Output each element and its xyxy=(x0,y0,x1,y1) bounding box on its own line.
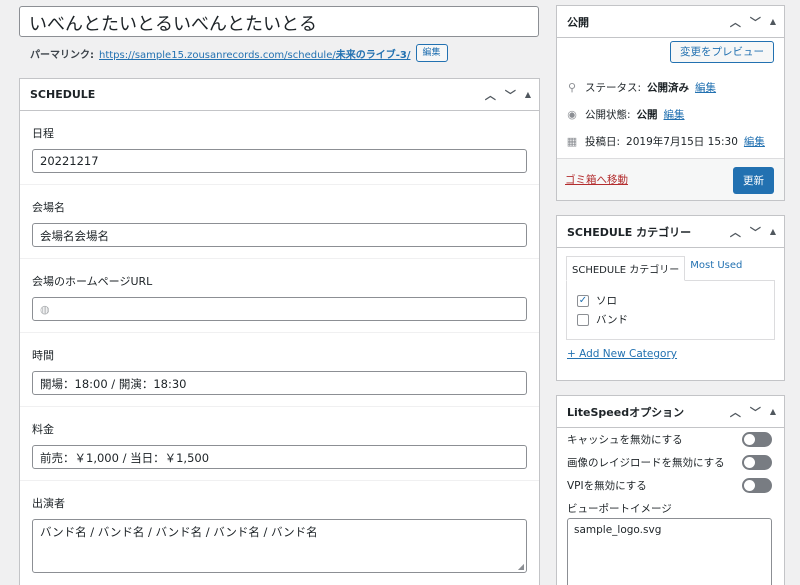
date-edit-link[interactable]: 編集 xyxy=(744,134,765,149)
publish-box-header: 公開 ︿ ﹀ ▲ xyxy=(557,6,784,38)
triangle-up-icon[interactable]: ▲ xyxy=(770,227,776,236)
litespeed-option-row: VPIを無効にする xyxy=(567,474,772,497)
viewport-image-label: ビューポートイメージ xyxy=(567,503,672,515)
calendar-icon: ▦ xyxy=(566,135,578,148)
chevron-up-icon[interactable]: ︿ xyxy=(730,14,741,30)
eye-icon: ◉ xyxy=(567,108,577,121)
viewport-image-textarea[interactable]: sample_logo.svg xyxy=(567,518,772,585)
status-value: 公開済み xyxy=(647,82,690,94)
permalink-label: パーマリンク: xyxy=(30,49,94,61)
option-label: VPIを無効にする xyxy=(567,480,647,492)
resize-handle-icon[interactable]: ◢ xyxy=(518,562,524,571)
triangle-up-icon[interactable]: ▲ xyxy=(770,17,776,26)
publish-actions: ゴミ箱へ移動 更新 xyxy=(557,158,784,200)
triangle-up-icon[interactable]: ▲ xyxy=(525,90,531,99)
date-row: ▦ 投稿日: 2019年7月15日 15:30 編集 xyxy=(565,134,765,149)
litespeed-box-title: LiteSpeedオプション xyxy=(567,405,685,419)
preview-changes-button[interactable]: 変更をプレビュー xyxy=(670,41,774,63)
publish-box-title: 公開 xyxy=(567,15,589,29)
field-time: 時間 開場：18:00 / 開演：18:30 xyxy=(20,333,539,407)
field-venue: 会場名 会場名会場名 xyxy=(20,185,539,259)
field-label: 日程 xyxy=(32,127,54,140)
category-list: ✓ ソロ バンド xyxy=(566,280,775,340)
category-tabs: SCHEDULE カテゴリー Most Used xyxy=(566,256,775,281)
update-button[interactable]: 更新 xyxy=(733,167,774,194)
field-price: 料金 前売：￥1,000 / 当日：￥1,500 xyxy=(20,407,539,481)
chevron-down-icon[interactable]: ﹀ xyxy=(750,224,761,240)
venue-input[interactable]: 会場名会場名 xyxy=(32,223,527,247)
schedule-box-title: SCHEDULE xyxy=(30,88,96,101)
permalink-slug: 未来のライブ-3/ xyxy=(335,49,411,61)
chevron-down-icon[interactable]: ﹀ xyxy=(505,87,516,103)
tab-all-categories[interactable]: SCHEDULE カテゴリー xyxy=(566,256,686,281)
status-label: ステータス: xyxy=(585,82,642,94)
status-row: ⚲ ステータス: 公開済み 編集 xyxy=(565,80,716,95)
disable-lazyload-toggle[interactable] xyxy=(742,455,772,470)
field-label: 時間 xyxy=(32,349,54,362)
disable-cache-toggle[interactable] xyxy=(742,432,772,447)
triangle-up-icon[interactable]: ▲ xyxy=(770,407,776,416)
permalink-base: https://sample15.zousanrecords.com/sched… xyxy=(99,49,336,61)
globe-icon: ◍ xyxy=(40,303,50,316)
add-new-category-link[interactable]: + Add New Category xyxy=(567,348,677,360)
category-label: ソロ xyxy=(596,295,617,307)
litespeed-box-header: LiteSpeedオプション ︿ ﹀ ▲ xyxy=(557,396,784,428)
field-label: 会場のホームページURL xyxy=(32,275,153,288)
visibility-value: 公開 xyxy=(636,109,658,121)
category-label: バンド xyxy=(596,314,629,326)
visibility-label: 公開状態: xyxy=(585,109,631,121)
litespeed-option-row: 画像のレイジロードを無効にする xyxy=(567,451,772,474)
status-edit-link[interactable]: 編集 xyxy=(695,80,716,95)
category-box-header: SCHEDULE カテゴリー ︿ ﹀ ▲ xyxy=(557,216,784,248)
chevron-down-icon[interactable]: ﹀ xyxy=(750,404,761,420)
checkbox-unchecked[interactable] xyxy=(577,313,589,326)
schedule-box: SCHEDULE ︿ ﹀ ▲ 日程 20221217 会場名 会場名会場名 会場… xyxy=(19,78,540,585)
field-label: 会場名 xyxy=(32,201,65,214)
tab-most-used[interactable]: Most Used xyxy=(685,256,747,281)
time-input[interactable]: 開場：18:00 / 開演：18:30 xyxy=(32,371,527,395)
date-label: 投稿日: xyxy=(585,136,621,148)
field-label: 出演者 xyxy=(32,497,65,510)
litespeed-box: LiteSpeedオプション ︿ ﹀ ▲ キャッシュを無効にする 画像のレイジロ… xyxy=(556,395,785,585)
field-date: 日程 20221217 xyxy=(20,111,539,185)
publish-box: 公開 ︿ ﹀ ▲ 変更をプレビュー ⚲ ステータス: 公開済み 編集 ◉ 公開状… xyxy=(556,5,785,201)
chevron-up-icon[interactable]: ︿ xyxy=(485,87,496,103)
permalink-edit-button[interactable]: 編集 xyxy=(415,44,448,62)
chevron-up-icon[interactable]: ︿ xyxy=(730,224,741,240)
field-performers: 出演者 バンド名 / バンド名 / バンド名 / バンド名 / バンド名 ◢ xyxy=(20,481,539,584)
checkbox-checked[interactable]: ✓ xyxy=(577,294,589,307)
post-title-input[interactable]: いべんとたいとるいべんとたいとる xyxy=(19,6,539,37)
permalink-row: パーマリンク: https://sample15.zousanrecords.c… xyxy=(30,44,448,62)
option-label: 画像のレイジロードを無効にする xyxy=(567,457,725,469)
category-item[interactable]: バンド xyxy=(577,312,764,327)
date-input[interactable]: 20221217 xyxy=(32,149,527,173)
performers-textarea[interactable]: バンド名 / バンド名 / バンド名 / バンド名 / バンド名 ◢ xyxy=(32,519,527,573)
performers-value: バンド名 / バンド名 / バンド名 / バンド名 / バンド名 xyxy=(40,525,318,539)
move-to-trash-link[interactable]: ゴミ箱へ移動 xyxy=(565,172,628,187)
venue-url-input[interactable]: ◍ xyxy=(32,297,527,321)
litespeed-option-row: キャッシュを無効にする xyxy=(567,428,772,451)
price-input[interactable]: 前売：￥1,000 / 当日：￥1,500 xyxy=(32,445,527,469)
field-venue-url: 会場のホームページURL ◍ xyxy=(20,259,539,333)
schedule-box-header: SCHEDULE ︿ ﹀ ▲ xyxy=(20,79,539,111)
category-item[interactable]: ✓ ソロ xyxy=(577,293,764,308)
category-box: SCHEDULE カテゴリー ︿ ﹀ ▲ SCHEDULE カテゴリー Most… xyxy=(556,215,785,381)
category-box-title: SCHEDULE カテゴリー xyxy=(567,225,692,239)
permalink-link[interactable]: https://sample15.zousanrecords.com/sched… xyxy=(99,46,411,61)
disable-vpi-toggle[interactable] xyxy=(742,478,772,493)
visibility-edit-link[interactable]: 編集 xyxy=(664,107,685,122)
pin-icon: ⚲ xyxy=(567,81,577,94)
chevron-down-icon[interactable]: ﹀ xyxy=(750,14,761,30)
visibility-row: ◉ 公開状態: 公開 編集 xyxy=(565,107,685,122)
chevron-up-icon[interactable]: ︿ xyxy=(730,404,741,420)
field-label: 料金 xyxy=(32,423,54,436)
date-value: 2019年7月15日 15:30 xyxy=(626,136,738,148)
option-label: キャッシュを無効にする xyxy=(567,434,683,446)
